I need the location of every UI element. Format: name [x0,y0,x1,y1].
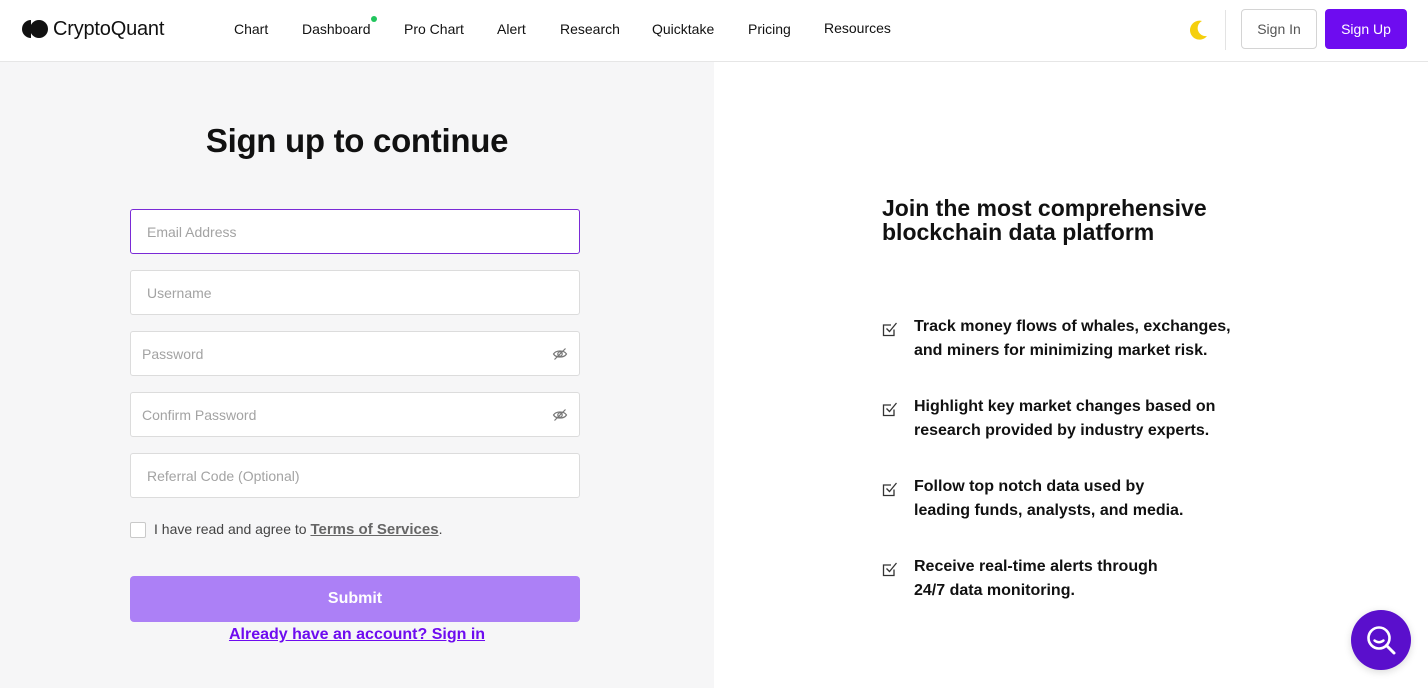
header-divider [1225,10,1226,50]
nav-dashboard[interactable]: Dashboard [302,21,371,37]
promo-title-line-2: blockchain data platform [882,219,1155,245]
feature-line-2: leading funds, analysts, and media. [914,502,1184,519]
feature-line-1: Follow top notch data used by [914,478,1145,495]
checkbox-checked-icon [882,402,898,417]
checkbox-checked-icon [882,322,898,337]
nav-research[interactable]: Research [560,21,620,37]
username-field [130,270,580,315]
checkbox-checked-icon [882,482,898,497]
chat-launcher-button[interactable] [1351,610,1411,670]
feature-line-2: 24/7 data monitoring. [914,582,1075,599]
nav-pricing[interactable]: Pricing [748,21,791,37]
referral-code-input[interactable] [131,454,579,497]
feature-line-1: Track money flows of whales, exchanges, [914,318,1231,335]
new-indicator-dot [371,16,377,22]
eye-off-icon[interactable] [552,407,568,423]
referral-code-field [130,453,580,498]
sign-in-button[interactable]: Sign In [1241,9,1317,49]
confirm-password-input[interactable] [131,393,579,436]
brand-name: CryptoQuant [53,17,165,40]
nav-chart[interactable]: Chart [234,21,268,37]
feature-text: Track money flows of whales, exchanges, … [914,315,1244,363]
already-have-account-link[interactable]: Already have an account? Sign in [0,626,714,644]
nav-alert[interactable]: Alert [497,21,526,37]
email-field [130,209,580,254]
promo-panel: Join the most comprehensive blockchain d… [714,62,1428,688]
feature-text: Highlight key market changes based on re… [914,395,1244,443]
nav-pro-chart[interactable]: Pro Chart [404,21,464,37]
page-title: Sign up to continue [205,122,509,159]
eye-off-icon[interactable] [552,346,568,362]
confirm-password-field [130,392,580,437]
submit-button[interactable]: Submit [130,576,580,622]
email-input[interactable] [131,210,579,253]
feature-line-2: and miners for minimizing market risk. [914,342,1208,359]
username-input[interactable] [131,271,579,314]
terms-of-service-link[interactable]: Terms of Services [310,521,438,538]
feature-line-1: Receive real-time alerts through [914,558,1158,575]
agree-suffix: . [438,521,443,537]
signup-form-panel: Sign up to continue I have read and agre… [0,62,714,688]
checkbox-checked-icon [882,562,898,577]
feature-text: Receive real-time alerts through 24/7 da… [914,555,1244,603]
nav-quicktake[interactable]: Quicktake [652,21,714,37]
brand-logo[interactable]: CryptoQuant [22,17,164,41]
feature-line-2: research provided by industry experts. [914,422,1210,439]
agree-text: I have read and agree to [154,521,307,537]
sign-up-button[interactable]: Sign Up [1325,9,1407,49]
password-input[interactable] [131,332,579,375]
promo-title-line-1: Join the most comprehensive [882,195,1207,221]
password-field [130,331,580,376]
top-navbar: CryptoQuant Chart Dashboard Pro Chart Al… [0,0,1428,62]
nav-resources[interactable]: Resources [824,20,891,36]
terms-checkbox[interactable] [130,522,146,538]
moon-icon[interactable] [1186,18,1210,42]
cryptoquant-logo-icon [22,20,48,38]
feature-text: Follow top notch data used by leading fu… [914,475,1244,523]
terms-agreement: I have read and agree to Terms of Servic… [154,521,442,538]
chat-search-icon [1367,626,1396,655]
feature-line-1: Highlight key market changes based on [914,398,1216,415]
promo-title: Join the most comprehensive blockchain d… [882,196,1262,244]
